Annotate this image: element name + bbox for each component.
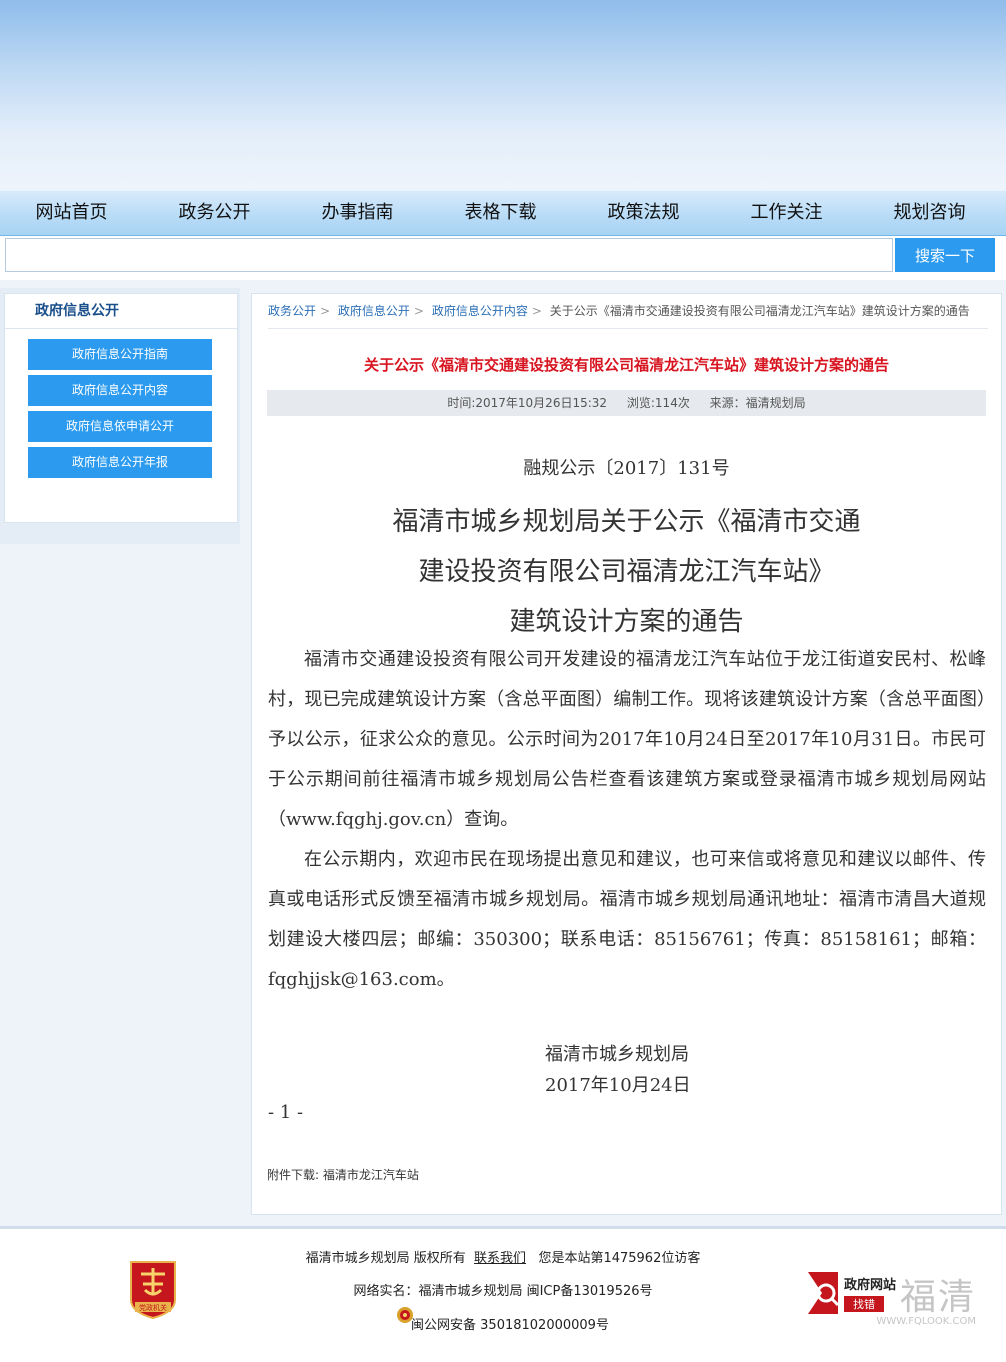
header-banner — [0, 0, 1006, 190]
document-paragraph: 福清市交通建设投资有限公司开发建设的福清龙江汽车站位于龙江街道安民村、松峰村，现… — [268, 649, 986, 830]
nav-item-service-guide[interactable]: 办事指南 — [286, 191, 429, 235]
nav-item-work-focus[interactable]: 工作关注 — [715, 191, 858, 235]
party-government-emblem-icon[interactable]: 党政机关 — [127, 1260, 179, 1320]
watermark-logo-text: 福清 — [899, 1277, 976, 1318]
article-title: 关于公示《福清市交通建设投资有限公司福清龙江汽车站》建筑设计方案的通告 — [363, 356, 889, 374]
document-heading: 福清市城乡规划局关于公示《福清市交通 建设投资有限公司福清龙江汽车站》 建筑设计… — [252, 497, 1001, 647]
breadcrumb-separator: > — [320, 304, 331, 318]
search-bar: 搜索一下 — [0, 236, 1006, 280]
breadcrumb-link-info-disclosure[interactable]: 政府信息公开 — [338, 304, 410, 318]
breadcrumb-separator: > — [413, 304, 424, 318]
nav-item-government-affairs[interactable]: 政务公开 — [143, 191, 286, 235]
watermark-url: WWW.FQLOOK.COM — [876, 1316, 977, 1327]
breadcrumb-link-info-content[interactable]: 政府信息公开内容 — [432, 304, 528, 318]
sidebar-item-application[interactable]: 政府信息依申请公开 — [28, 411, 212, 442]
signature-date: 2017年10月24日 — [545, 1075, 691, 1096]
footer-copyright: 福清市城乡规划局 版权所有 — [305, 1251, 466, 1266]
nav-item-form-download[interactable]: 表格下载 — [429, 191, 572, 235]
sidebar-item-guide[interactable]: 政府信息公开指南 — [28, 339, 212, 370]
sidebar-title: 政府信息公开 — [5, 294, 237, 329]
document-paragraphs: 福清市交通建设投资有限公司开发建设的福清龙江汽车站位于龙江街道安民村、松峰村，现… — [268, 640, 986, 1000]
nav-item-home[interactable]: 网站首页 — [0, 191, 143, 235]
police-badge-icon — [397, 1307, 413, 1323]
nav-item-planning-consult[interactable]: 规划咨询 — [858, 191, 1001, 235]
breadcrumb-link-government-affairs[interactable]: 政务公开 — [268, 304, 316, 318]
article-panel: 政务公开 > 政府信息公开 > 政府信息公开内容 > 关于公示《福清市交通建设投资有限… — [251, 293, 1002, 1215]
document-heading-line: 建设投资有限公司福清龙江汽车站》 — [418, 557, 835, 587]
search-input[interactable] — [5, 238, 893, 272]
article-source: 来源：福清规划局 — [709, 396, 806, 410]
search-button[interactable]: 搜索一下 — [895, 238, 995, 272]
signature-org: 福清市城乡规划局 — [545, 1044, 689, 1065]
article-meta: 时间:2017年10月26日15:32 浏览:114次 来源：福清规划局 — [267, 390, 986, 416]
sidebar-item-annual-report[interactable]: 政府信息公开年报 — [28, 447, 212, 478]
contact-us-link[interactable]: 联系我们 — [474, 1251, 526, 1266]
document-paragraph: 在公示期内，欢迎市民在现场提出意见和建议，也可来信或将意见和建议以邮件、传真或电… — [268, 849, 986, 990]
article-time: 时间:2017年10月26日15:32 — [447, 396, 608, 410]
document-heading-line: 福清市城乡规划局关于公示《福清市交通 — [392, 507, 861, 537]
emblem-text: 党政机关 — [139, 1303, 167, 1312]
visitor-count: 您是本站第1475962位访客 — [538, 1251, 701, 1266]
sidebar-item-content[interactable]: 政府信息公开内容 — [28, 375, 212, 406]
document-number: 融规公示〔2017〕131号 — [523, 458, 730, 479]
site-watermark: 福清 WWW.FQLOOK.COM — [850, 1268, 1000, 1332]
attachment-row: 附件下载: 福清市龙江汽车站 — [267, 1166, 419, 1183]
sidebar: 政府信息公开 政府信息公开指南 政府信息公开内容 政府信息依申请公开 政府信息公… — [4, 293, 238, 523]
breadcrumb-separator: > — [531, 304, 542, 318]
breadcrumb-current: 关于公示《福清市交通建设投资有限公司福清龙江汽车站》建筑设计方案的通告 — [549, 304, 970, 318]
nav-item-policies[interactable]: 政策法规 — [572, 191, 715, 235]
article-views: 浏览:114次 — [626, 396, 690, 410]
main-nav: 网站首页 政务公开 办事指南 表格下载 政策法规 工作关注 规划咨询 — [0, 190, 1006, 237]
attachment-link[interactable]: 福清市龙江汽车站 — [323, 1168, 419, 1182]
page-number: - 1 - — [268, 1102, 304, 1123]
attachment-label: 附件下载: — [267, 1168, 320, 1182]
breadcrumb: 政务公开 > 政府信息公开 > 政府信息公开内容 > 关于公示《福清市交通建设投资有限… — [268, 294, 988, 329]
